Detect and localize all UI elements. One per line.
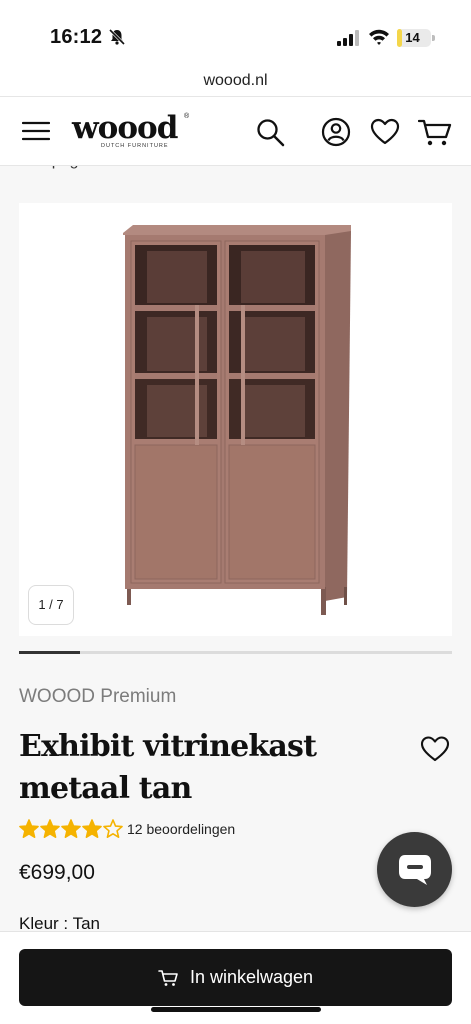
- wifi-icon: [369, 29, 389, 45]
- add-to-wishlist-heart-icon[interactable]: [420, 735, 450, 763]
- gallery-progress-track: [19, 651, 452, 654]
- bell-off-icon: [108, 28, 126, 46]
- review-count-link[interactable]: 12 beoordelingen: [127, 821, 235, 837]
- account-icon[interactable]: [321, 117, 351, 147]
- color-colon: :: [58, 914, 73, 932]
- star-filled-icon: [19, 819, 39, 838]
- gallery-progress-fill: [19, 651, 80, 654]
- star-empty-icon: [103, 819, 123, 838]
- color-selector-label: Kleur : Tan: [19, 914, 100, 932]
- browser-url-bar[interactable]: woood.nl: [0, 62, 471, 96]
- product-image-gallery[interactable]: 1 / 7: [19, 203, 452, 636]
- logo-registered-mark: ®: [184, 113, 190, 120]
- search-icon[interactable]: [255, 117, 285, 147]
- add-to-cart-label: In winkelwagen: [189, 967, 314, 987]
- product-brand[interactable]: WOOOD Premium: [19, 686, 176, 708]
- star-filled-icon: [82, 819, 102, 838]
- hamburger-menu-icon[interactable]: [22, 120, 50, 142]
- url-domain[interactable]: woood.nl: [203, 72, 267, 90]
- product-price: €699,00: [19, 861, 95, 884]
- cart-icon: [158, 969, 178, 986]
- star-filled-icon: [40, 819, 60, 838]
- site-header: woood ® DUTCH FURNITURE: [0, 96, 471, 166]
- rating-stars: [19, 819, 123, 838]
- battery-indicator: 14: [397, 29, 431, 47]
- image-counter: 1 / 7: [28, 585, 74, 625]
- shopping-cart-icon[interactable]: [418, 117, 452, 147]
- star-filled-icon: [61, 819, 81, 838]
- color-label: Kleur: [19, 914, 59, 932]
- home-indicator: [151, 1007, 321, 1012]
- cellular-signal-icon: [337, 30, 359, 46]
- logo-wordmark: woood: [72, 110, 178, 146]
- logo-tagline: DUTCH FURNITURE: [101, 143, 169, 149]
- battery-percent: 14: [405, 30, 420, 45]
- status-time: 16:12: [50, 26, 103, 48]
- wishlist-heart-icon[interactable]: [370, 117, 400, 147]
- chat-button[interactable]: [377, 832, 452, 907]
- chat-bubble-icon: [399, 855, 431, 885]
- product-title: Exhibit vitrinekast metaal tan: [19, 729, 317, 806]
- add-to-cart-button[interactable]: In winkelwagen: [19, 949, 452, 1006]
- color-value: Tan: [72, 914, 100, 932]
- woood-logo[interactable]: woood ® DUTCH FURNITURE: [72, 110, 192, 152]
- product-image-cabinet[interactable]: [119, 221, 359, 621]
- status-bar: 16:12 14: [0, 0, 471, 62]
- battery-tip: [432, 35, 435, 41]
